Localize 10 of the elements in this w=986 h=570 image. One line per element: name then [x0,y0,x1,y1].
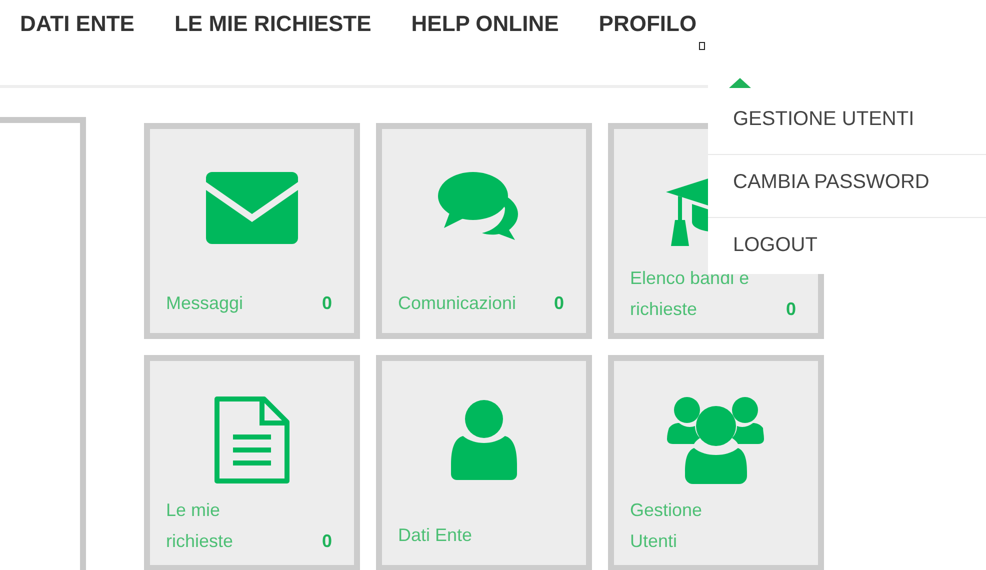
tile-label: Comunicazioni [398,292,518,315]
tile-label: Gestione Utenti [630,499,704,553]
tile-count: 0 [786,298,796,321]
tile-label: Dati Ente [398,524,474,547]
tile-label: Elenco bandi e richieste [630,267,750,321]
tile-label: Messaggi [166,292,244,315]
tile-count: 0 [554,292,564,315]
tile-count: 0 [322,530,332,553]
tile-label: Le mie richieste [166,499,234,553]
tile-count: 0 [322,292,332,315]
